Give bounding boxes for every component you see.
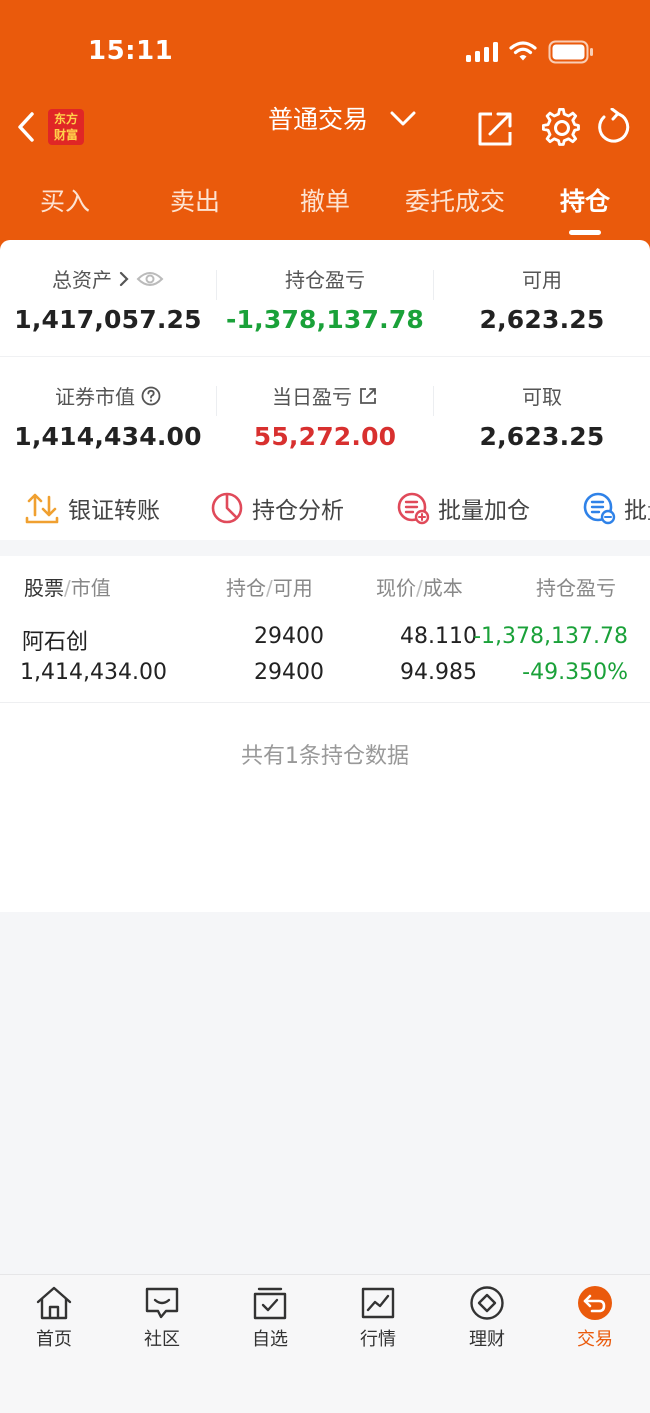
- stock-price: 48.110: [400, 624, 477, 649]
- nav-home[interactable]: 首页: [14, 1285, 94, 1351]
- wifi-icon: [509, 41, 537, 61]
- transfer-icon: [25, 493, 59, 524]
- nav-market[interactable]: 行情: [338, 1285, 418, 1351]
- position-pnl-label: 持仓盈亏: [285, 268, 365, 292]
- daily-pnl[interactable]: 当日盈亏 55,272.00: [217, 381, 433, 451]
- divider: [433, 270, 434, 300]
- divider: [433, 386, 434, 416]
- holdings-table: 股票/市值 持仓/可用 现价/成本 持仓盈亏 阿石创 1,414,434.00 …: [0, 556, 650, 912]
- market-value-label: 证券市值: [55, 385, 135, 409]
- tab-sell[interactable]: 卖出: [140, 180, 250, 224]
- watchlist-icon: [253, 1287, 287, 1320]
- trade-tabs: 买入 卖出 撤单 委托成交 持仓: [0, 180, 650, 240]
- available-value: 2,623.25: [479, 305, 605, 334]
- withdrawable-label: 可取: [522, 385, 562, 409]
- divider: [0, 356, 650, 357]
- stock-cost: 94.985: [400, 660, 477, 685]
- tab-cancel[interactable]: 撤单: [270, 180, 380, 224]
- batch-icon: [583, 492, 616, 525]
- withdrawable-value: 2,623.25: [479, 422, 605, 451]
- external-link-icon[interactable]: [358, 386, 378, 406]
- quick-actions: 银证转账 持仓分析 批量加仓 批量: [0, 486, 650, 530]
- total-assets-label: 总资产: [52, 268, 112, 292]
- gear-icon[interactable]: [542, 108, 582, 148]
- chevron-down-icon[interactable]: [390, 110, 416, 128]
- help-icon[interactable]: [141, 386, 161, 406]
- batch-add-button[interactable]: 批量加仓: [396, 486, 530, 530]
- stock-pnl-percent: -49.350%: [522, 660, 628, 685]
- daily-pnl-label: 当日盈亏: [272, 385, 352, 409]
- position-pnl: 持仓盈亏 -1,378,137.78: [217, 264, 433, 334]
- tab-holdings[interactable]: 持仓: [530, 180, 640, 224]
- pie-chart-icon: [211, 492, 243, 524]
- table-row[interactable]: 阿石创 1,414,434.00 29400 29400 48.110 94.9…: [0, 616, 650, 702]
- stock-available: 29400: [254, 660, 324, 685]
- bank-transfer-button[interactable]: 银证转账: [24, 486, 160, 530]
- chevron-right-icon: [119, 271, 129, 286]
- status-time: 15:11: [88, 36, 174, 66]
- position-analysis-button[interactable]: 持仓分析: [210, 486, 344, 530]
- total-assets-value: 1,417,057.25: [14, 305, 202, 334]
- col-position-header[interactable]: 持仓/可用: [226, 572, 313, 601]
- tab-buy[interactable]: 买入: [10, 180, 120, 224]
- page-title[interactable]: 普通交易: [268, 100, 368, 136]
- share-export-icon[interactable]: [476, 110, 514, 148]
- available-funds: 可用 2,623.25: [434, 264, 650, 334]
- stock-pnl: -1,378,137.78: [473, 624, 628, 649]
- stock-name: 阿石创: [22, 630, 89, 655]
- divider: [0, 702, 650, 703]
- back-arrow-icon[interactable]: [14, 110, 40, 144]
- total-assets[interactable]: 总资产 1,417,057.25: [0, 264, 216, 334]
- batch-add-icon: [397, 492, 430, 525]
- batch-button[interactable]: 批量: [582, 486, 650, 530]
- holdings-count: 共有1条持仓数据: [241, 744, 409, 769]
- divider: [216, 270, 217, 300]
- refresh-icon[interactable]: [595, 108, 631, 146]
- daily-pnl-value: 55,272.00: [253, 422, 397, 451]
- market-icon: [361, 1287, 395, 1319]
- signal-icon: [466, 42, 498, 62]
- home-icon: [36, 1286, 72, 1320]
- withdrawable-funds: 可取 2,623.25: [434, 381, 650, 451]
- bottom-nav: 首页 社区 自选 行情 理财 交易: [0, 1274, 650, 1413]
- wealth-icon: [470, 1286, 504, 1320]
- col-pnl-header[interactable]: 持仓盈亏: [536, 572, 616, 601]
- trade-icon: [578, 1286, 612, 1320]
- nav-watchlist[interactable]: 自选: [230, 1285, 310, 1351]
- col-price-header[interactable]: 现价/成本: [376, 572, 463, 601]
- community-icon: [145, 1287, 179, 1319]
- active-tab-indicator: [569, 230, 601, 235]
- stock-position: 29400: [254, 624, 324, 649]
- nav-bar: 东方 财富 普通交易: [0, 96, 650, 160]
- battery-icon: [548, 40, 593, 64]
- available-label: 可用: [522, 268, 562, 292]
- market-value-value: 1,414,434.00: [14, 422, 202, 451]
- status-bar: 15:11: [0, 0, 650, 100]
- account-summary: 总资产 1,417,057.25 持仓盈亏 -1,378,137.78 可用 2…: [0, 240, 650, 540]
- position-pnl-value: -1,378,137.78: [225, 305, 425, 334]
- eye-icon[interactable]: [136, 270, 164, 288]
- nav-community[interactable]: 社区: [122, 1285, 202, 1351]
- nav-wealth[interactable]: 理财: [447, 1285, 527, 1351]
- stock-market-value: 1,414,434.00: [20, 660, 167, 685]
- market-value: 证券市值 1,414,434.00: [0, 381, 216, 451]
- brand-logo[interactable]: 东方 财富: [48, 109, 84, 145]
- col-stock-header[interactable]: 股票/市值: [24, 572, 111, 601]
- nav-trade[interactable]: 交易: [555, 1285, 635, 1351]
- tab-orders[interactable]: 委托成交: [390, 180, 520, 224]
- divider: [216, 386, 217, 416]
- app-header: 15:11 东方 财富 普通交易 买入 卖出 撤单 委托成交 持仓: [0, 0, 650, 250]
